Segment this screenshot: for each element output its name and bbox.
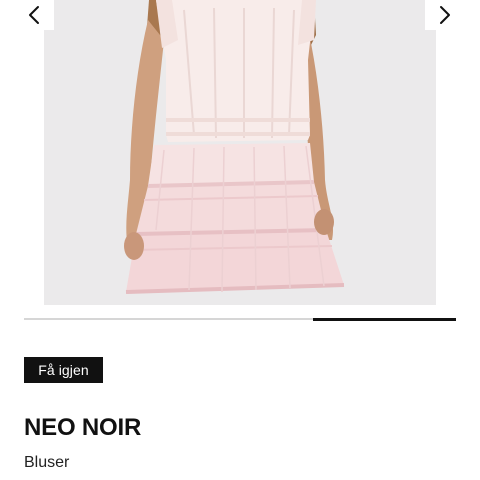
gallery-progress-track (24, 317, 456, 321)
chevron-right-icon (440, 6, 450, 24)
cashback-badge: Få igjen (24, 357, 103, 383)
product-category[interactable]: Bluser (24, 454, 69, 472)
gallery-progress-fill (313, 317, 456, 321)
next-image-button[interactable] (425, 0, 465, 30)
product-photo[interactable] (44, 0, 436, 305)
product-photo-illustration (44, 0, 436, 305)
previous-image-button[interactable] (14, 0, 54, 30)
product-brand[interactable]: NEO NOIR (24, 414, 141, 442)
chevron-left-icon (29, 6, 39, 24)
product-image-gallery[interactable] (0, 0, 480, 305)
